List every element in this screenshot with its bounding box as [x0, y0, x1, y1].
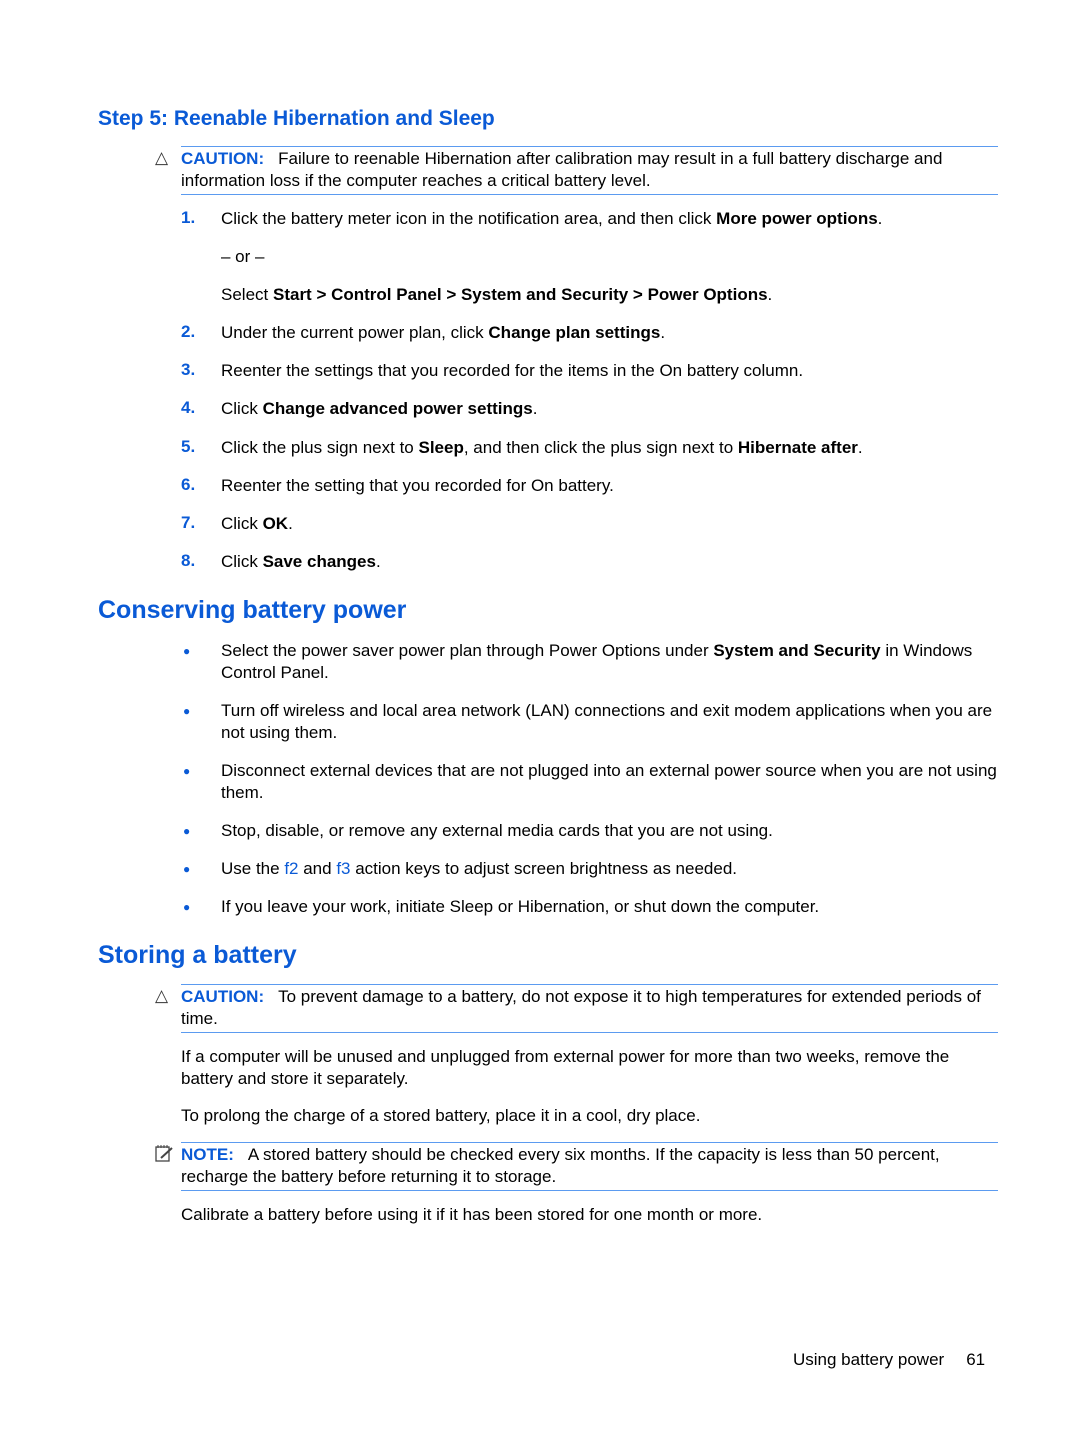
- key-f3: f3: [336, 859, 351, 878]
- caution-label: CAUTION:: [181, 149, 265, 168]
- bullet-icon: ●: [183, 900, 191, 914]
- step-text: Reenter the setting that you recorded fo…: [221, 476, 614, 495]
- or-separator: – or –: [221, 247, 265, 266]
- bullet-icon: ●: [183, 824, 191, 838]
- bullet-item: Stop, disable, or remove any external me…: [221, 821, 773, 840]
- step-text: Select: [221, 285, 273, 304]
- bullet-text: Use the: [221, 859, 285, 878]
- bullet-icon: ●: [183, 644, 191, 658]
- note-label: NOTE:: [181, 1145, 234, 1164]
- step-number: 7.: [181, 513, 196, 532]
- conserving-heading: Conserving battery power: [98, 596, 407, 624]
- step-text: .: [660, 323, 666, 342]
- step-item: Click the plus sign next to Sleep, and t…: [221, 437, 1001, 459]
- step-ui-term: Hibernate after: [737, 438, 858, 457]
- key-f2: f2: [284, 859, 299, 878]
- step-ui-term: Sleep: [418, 438, 464, 457]
- step-item: Reenter the setting that you recorded fo…: [221, 475, 1001, 497]
- step-text: .: [857, 438, 863, 457]
- step5-heading: Step 5: Reenable Hibernation and Sleep: [98, 107, 495, 130]
- step-text: Click the plus sign next to: [221, 438, 419, 457]
- step-text: .: [532, 399, 538, 418]
- caution-text: Failure to reenable Hibernation after ca…: [181, 149, 943, 190]
- bullet-text: and: [298, 859, 337, 878]
- bullet-item: Use the f2 and f3 action keys to adjust …: [221, 858, 1001, 880]
- caution-text: To prevent damage to a battery, do not e…: [181, 987, 981, 1028]
- step-item: Click Save changes.: [221, 551, 1001, 573]
- step-item: Under the current power plan, click Chan…: [221, 322, 1001, 344]
- step-item-alt: Select Start > Control Panel > System an…: [221, 284, 1001, 306]
- step-ui-term: Save changes: [262, 552, 376, 571]
- note-text: A stored battery should be checked every…: [181, 1145, 940, 1186]
- step-number: 1.: [181, 208, 196, 227]
- bullet-icon: ●: [183, 862, 191, 876]
- step-text: .: [288, 514, 293, 533]
- step-item: Click the battery meter icon in the noti…: [221, 208, 1001, 230]
- step-text: Click: [221, 514, 263, 533]
- bullet-text: Select the power saver power plan throug…: [221, 641, 714, 660]
- step-number: 6.: [181, 475, 196, 494]
- step-text: .: [767, 285, 773, 304]
- step-item: Click Change advanced power settings.: [221, 398, 1001, 420]
- step-number: 2.: [181, 322, 196, 341]
- step-number: 8.: [181, 551, 196, 570]
- step-number: 5.: [181, 437, 196, 456]
- note-box: NOTE: A stored battery should be checked …: [181, 1142, 998, 1191]
- step-text: .: [375, 552, 381, 571]
- caution-box: CAUTION: Failure to reenable Hibernation …: [181, 146, 998, 195]
- step-item: Click OK.: [221, 513, 1001, 535]
- step-number: 3.: [181, 360, 196, 379]
- bullet-item: Disconnect external devices that are not…: [221, 761, 997, 802]
- note-pencil-icon: [155, 1144, 175, 1167]
- storing-paragraph: To prolong the charge of a stored batter…: [181, 1106, 701, 1125]
- footer-section-title: Using battery power: [793, 1350, 945, 1369]
- bullet-text: action keys to adjust screen brightness …: [350, 859, 738, 878]
- page-number: 61: [966, 1350, 986, 1369]
- bullet-icon: ●: [183, 764, 191, 778]
- warning-triangle-icon: △: [155, 148, 169, 167]
- warning-triangle-icon: △: [155, 986, 169, 1005]
- caution-box: CAUTION: To prevent damage to a battery, …: [181, 984, 998, 1033]
- storing-heading: Storing a battery: [98, 941, 297, 969]
- step-ui-path: Start > Control Panel > System and Secur…: [272, 285, 768, 304]
- storing-paragraph: If a computer will be unused and unplugg…: [181, 1047, 950, 1088]
- storing-paragraph: Calibrate a battery before using it if i…: [181, 1205, 763, 1224]
- bullet-item: Select the power saver power plan throug…: [221, 640, 1001, 684]
- page-footer: Using battery power 61: [793, 1350, 985, 1370]
- step-ui-term: OK: [262, 514, 289, 533]
- step-text: Click the battery meter icon in the noti…: [221, 209, 717, 228]
- step-ui-term: More power options: [716, 209, 878, 228]
- bullet-item: Turn off wireless and local area network…: [221, 701, 993, 742]
- step-text: Under the current power plan, click: [221, 323, 489, 342]
- step-item: Reenter the settings that you recorded f…: [221, 360, 1001, 382]
- step-text: , and then click the plus sign next to: [463, 438, 738, 457]
- bullet-item: If you leave your work, initiate Sleep o…: [221, 897, 820, 916]
- step-number: 4.: [181, 398, 196, 417]
- step-text: .: [877, 209, 883, 228]
- step-text: Click: [221, 399, 263, 418]
- step-text: Click: [221, 552, 263, 571]
- caution-label: CAUTION:: [181, 987, 265, 1006]
- step-ui-term: Change advanced power settings: [262, 399, 533, 418]
- step-ui-term: Change plan settings: [488, 323, 661, 342]
- bullet-ui-term: System and Security: [713, 641, 881, 660]
- step-text: Reenter the settings that you recorded f…: [221, 361, 804, 380]
- bullet-icon: ●: [183, 704, 191, 718]
